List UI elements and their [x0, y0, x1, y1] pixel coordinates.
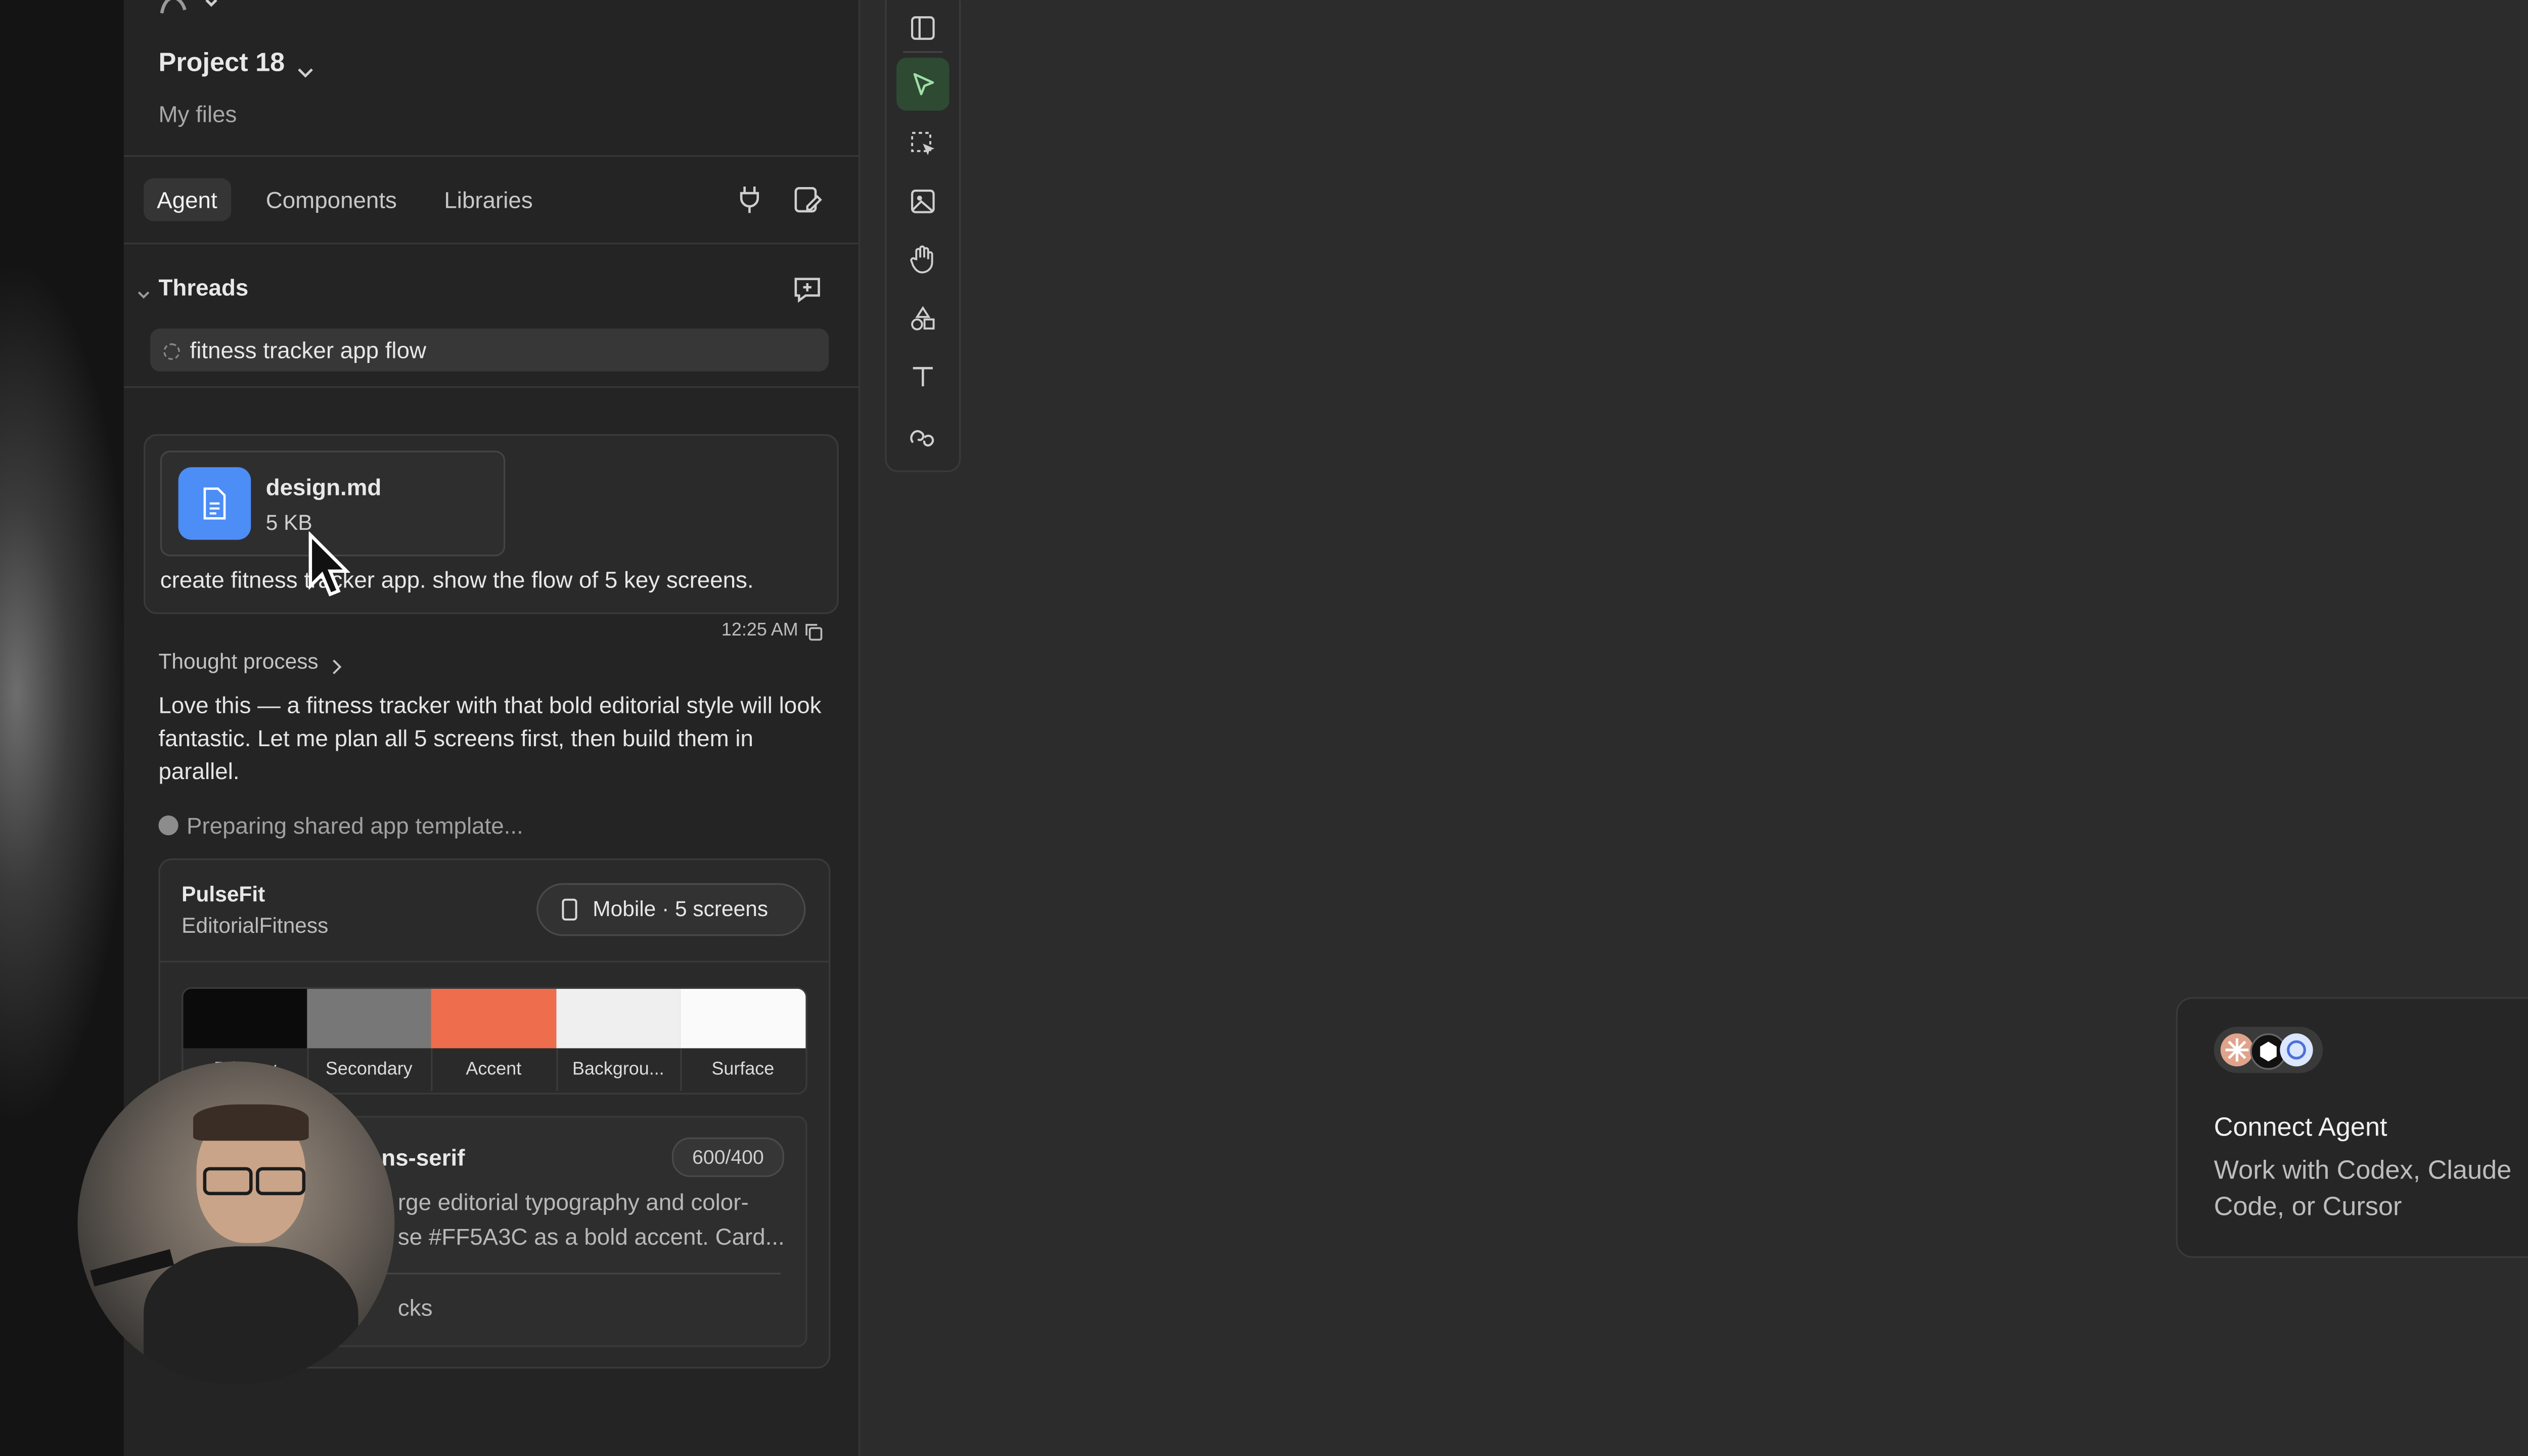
new-thread-icon[interactable]: [789, 271, 826, 307]
hand-icon[interactable]: [896, 233, 949, 285]
person-hair: [193, 1104, 309, 1141]
design-title: PulseFit: [182, 881, 265, 906]
glasses-icon: [256, 1167, 306, 1196]
thread-item[interactable]: fitness tracker app flow: [150, 328, 829, 372]
webcam-overlay: [77, 1061, 395, 1385]
tab-agent[interactable]: Agent: [144, 178, 231, 221]
design-subtitle: EditorialFitness: [182, 913, 329, 938]
connect-agent-card[interactable]: Connect Agent Work with Codex, Claude Co…: [2176, 997, 2528, 1258]
swatch-secondary[interactable]: [307, 988, 431, 1049]
mouse-cursor-icon: [307, 531, 351, 609]
divider: [903, 51, 943, 53]
vertical-toolbar: [885, 0, 961, 472]
tab-components[interactable]: Components: [253, 178, 410, 221]
chevron-right-icon[interactable]: [330, 654, 343, 684]
response-text: Love this — a fitness tracker with that …: [158, 692, 822, 785]
codex-logo-icon: [2280, 1033, 2313, 1067]
font-weights-badge: 600/400: [671, 1137, 785, 1177]
message-timestamp: 12:25 AM: [721, 620, 798, 641]
swatch-label: Accent: [431, 1048, 558, 1091]
connect-agent-desc-line2: Code, or Cursor: [2214, 1193, 2402, 1222]
panel-edit-icon[interactable]: [789, 181, 826, 218]
swatch-accent[interactable]: [431, 988, 557, 1049]
typography-desc-line2: se #FF5A3C as a bold accent. Card...: [397, 1223, 785, 1250]
swatch-label: Surface: [711, 1060, 775, 1080]
swatch-primary[interactable]: [183, 988, 307, 1049]
divider: [160, 961, 829, 963]
platform-badge[interactable]: Mobile · 5 screens: [536, 883, 806, 936]
project-title[interactable]: Project 18: [158, 50, 285, 79]
status-dot-icon: [158, 815, 178, 836]
logo-icon[interactable]: [157, 0, 226, 28]
pointer-icon[interactable]: [896, 58, 950, 111]
divider: [123, 242, 859, 245]
copy-icon[interactable]: [804, 621, 824, 651]
tab-libraries[interactable]: Libraries: [431, 178, 546, 221]
thread-title: fitness tracker app flow: [190, 337, 427, 363]
divider: [381, 1272, 781, 1275]
divider: [123, 386, 859, 388]
typography-footer: cks: [397, 1294, 433, 1321]
link-icon[interactable]: [896, 410, 949, 462]
attachment-name: design.md: [265, 474, 382, 500]
message-text: create fitness tracker app. show the flo…: [160, 566, 754, 593]
select-icon[interactable]: [896, 117, 949, 170]
swatch-surface[interactable]: [680, 988, 806, 1049]
shapes-icon[interactable]: [896, 292, 949, 345]
threads-header[interactable]: Threads: [158, 274, 248, 300]
document-icon: [178, 467, 251, 540]
image-icon[interactable]: [896, 175, 949, 228]
mobile-icon: [561, 898, 578, 929]
chevron-down-icon[interactable]: [295, 60, 315, 89]
swatch-label: Secondary: [307, 1048, 433, 1091]
platform-badge-label: Mobile · 5 screens: [593, 896, 769, 922]
text-icon[interactable]: [896, 350, 949, 402]
plug-icon[interactable]: [732, 181, 768, 218]
swatch-background[interactable]: [556, 988, 681, 1049]
typography-family: ns-serif: [381, 1144, 465, 1171]
loading-spinner-icon: [163, 343, 180, 360]
person-shirt: [144, 1246, 358, 1385]
user-message-card: design.md 5 KB create fitness tracker ap…: [144, 434, 839, 614]
connect-agent-title: Connect Agent: [2214, 1114, 2387, 1143]
thought-process-toggle[interactable]: Thought process: [158, 649, 318, 673]
swatch-label: Backgrou...: [556, 1048, 682, 1091]
connect-agent-desc-line1: Work with Codex, Claude: [2214, 1157, 2512, 1186]
claude-logo-icon: [2220, 1033, 2254, 1067]
typography-desc-line1: rge editorial typography and color-: [397, 1189, 749, 1215]
sidebar-icon[interactable]: [896, 2, 949, 54]
divider: [123, 155, 859, 157]
collapse-chevron-icon[interactable]: [136, 281, 152, 310]
agent-logos: [2214, 1027, 2323, 1073]
attachment-size: 5 KB: [265, 510, 312, 535]
status-text: Preparing shared app template...: [186, 812, 523, 839]
project-subtitle[interactable]: My files: [158, 101, 237, 127]
glasses-icon: [203, 1167, 253, 1196]
